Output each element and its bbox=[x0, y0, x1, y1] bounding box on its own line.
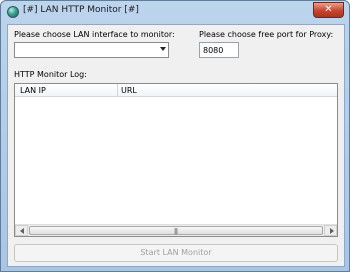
chevron-right-icon bbox=[330, 228, 334, 234]
interface-label: Please choose LAN interface to monitor: bbox=[14, 30, 175, 39]
start-monitor-button[interactable]: Start LAN Monitor bbox=[14, 244, 338, 262]
client-area: Please choose LAN interface to monitor: … bbox=[7, 24, 345, 267]
column-header-url[interactable]: URL bbox=[121, 86, 137, 95]
grip-icon: ||| bbox=[174, 228, 178, 235]
http-log-list[interactable]: LAN IP URL ||| bbox=[14, 83, 338, 237]
column-divider[interactable] bbox=[117, 84, 118, 97]
log-header: LAN IP URL bbox=[15, 84, 337, 97]
close-button[interactable]: ✕ bbox=[313, 2, 344, 18]
scroll-right-button[interactable] bbox=[324, 225, 337, 236]
globe-icon bbox=[7, 6, 19, 18]
app-window: [#] LAN HTTP Monitor [#] ✕ Please choose… bbox=[0, 0, 350, 272]
interface-dropdown[interactable] bbox=[14, 42, 169, 58]
window-title: [#] LAN HTTP Monitor [#] bbox=[23, 5, 139, 15]
log-label: HTTP Monitor Log: bbox=[14, 70, 87, 79]
column-header-lan-ip[interactable]: LAN IP bbox=[20, 86, 46, 95]
title-bar[interactable]: [#] LAN HTTP Monitor [#] ✕ bbox=[1, 1, 349, 23]
port-input[interactable] bbox=[199, 42, 239, 58]
horizontal-scrollbar[interactable]: ||| bbox=[15, 224, 337, 236]
scroll-thumb[interactable]: ||| bbox=[29, 226, 323, 235]
close-icon: ✕ bbox=[324, 4, 333, 15]
chevron-left-icon bbox=[20, 228, 24, 234]
port-label: Please choose free port for Proxy: bbox=[199, 30, 334, 39]
chevron-down-icon[interactable] bbox=[160, 47, 166, 51]
scroll-left-button[interactable] bbox=[15, 225, 28, 236]
